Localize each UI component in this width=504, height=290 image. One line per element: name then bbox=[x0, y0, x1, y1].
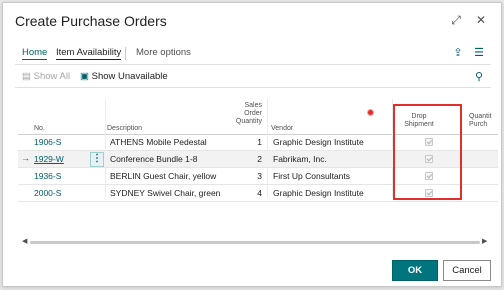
vendor-cell[interactable]: First Up Consultants bbox=[273, 171, 350, 181]
more-options-button[interactable]: More options bbox=[136, 47, 191, 58]
header-no[interactable]: No. bbox=[34, 125, 45, 133]
document-icon: ▣ bbox=[80, 71, 89, 82]
action-bar-divider bbox=[15, 64, 491, 65]
header-vendor[interactable]: Vendor bbox=[271, 125, 293, 133]
personalize-icon[interactable]: ⚲ bbox=[473, 71, 485, 83]
scroll-left-icon[interactable]: ◀ bbox=[22, 237, 27, 245]
scroll-right-icon[interactable]: ▶ bbox=[482, 237, 487, 245]
quantity-cell: 3 bbox=[257, 171, 262, 181]
vendor-cell[interactable]: Graphic Design Institute bbox=[273, 137, 364, 147]
item-no-link[interactable]: 1929-W bbox=[34, 154, 64, 164]
current-row-arrow-icon: → bbox=[21, 153, 30, 163]
show-all-button[interactable]: ▤ Show All bbox=[22, 71, 70, 82]
vendor-cell[interactable]: Fabrikam, Inc. bbox=[273, 154, 327, 164]
description-cell: ATHENS Mobile Pedestal bbox=[110, 137, 207, 147]
item-availability-tab[interactable]: Item Availability bbox=[56, 47, 122, 60]
description-cell: SYDNEY Swivel Chair, green bbox=[110, 188, 221, 198]
create-purchase-orders-dialog: Create Purchase Orders ⤢ ✕ Home Item Ava… bbox=[2, 2, 502, 287]
description-cell: Conference Bundle 1-8 bbox=[110, 154, 198, 164]
quantity-cell: 4 bbox=[257, 188, 262, 198]
list-view-icon[interactable]: ☰ bbox=[473, 47, 485, 59]
quantity-cell: 2 bbox=[257, 154, 262, 164]
drop-shipment-highlight bbox=[393, 104, 462, 200]
horizontal-scrollbar[interactable]: ◀ ▶ bbox=[22, 237, 488, 245]
quantity-cell: 1 bbox=[257, 137, 262, 147]
item-no-link[interactable]: 1906-S bbox=[34, 137, 61, 147]
share-icon[interactable]: ⇪ bbox=[452, 47, 464, 59]
cancel-button[interactable]: Cancel bbox=[443, 260, 491, 281]
annotation-marker bbox=[367, 109, 374, 116]
header-description[interactable]: Description bbox=[107, 125, 142, 133]
ok-button[interactable]: OK bbox=[392, 260, 438, 281]
close-icon[interactable]: ✕ bbox=[474, 13, 488, 27]
header-sales-order-quantity[interactable]: Sales Order Quantity bbox=[228, 102, 262, 126]
expand-icon[interactable]: ⤢ bbox=[449, 13, 463, 27]
row-actions-button[interactable]: ⋮ bbox=[90, 152, 104, 167]
show-all-icon: ▤ bbox=[22, 71, 31, 82]
scroll-thumb[interactable] bbox=[30, 241, 480, 244]
action-separator bbox=[125, 47, 126, 60]
item-no-link[interactable]: 1936-S bbox=[34, 171, 61, 181]
vendor-cell[interactable]: Graphic Design Institute bbox=[273, 188, 364, 198]
dialog-title: Create Purchase Orders bbox=[15, 13, 167, 29]
show-unavailable-button[interactable]: ▣ Show Unavailable bbox=[80, 71, 168, 82]
header-quantity-purch[interactable]: Quantit Purch bbox=[469, 113, 492, 129]
toolbar-divider bbox=[15, 87, 491, 88]
home-tab[interactable]: Home bbox=[22, 47, 48, 60]
description-cell: BERLIN Guest Chair, yellow bbox=[110, 171, 217, 181]
item-no-link[interactable]: 2000-S bbox=[34, 188, 61, 198]
